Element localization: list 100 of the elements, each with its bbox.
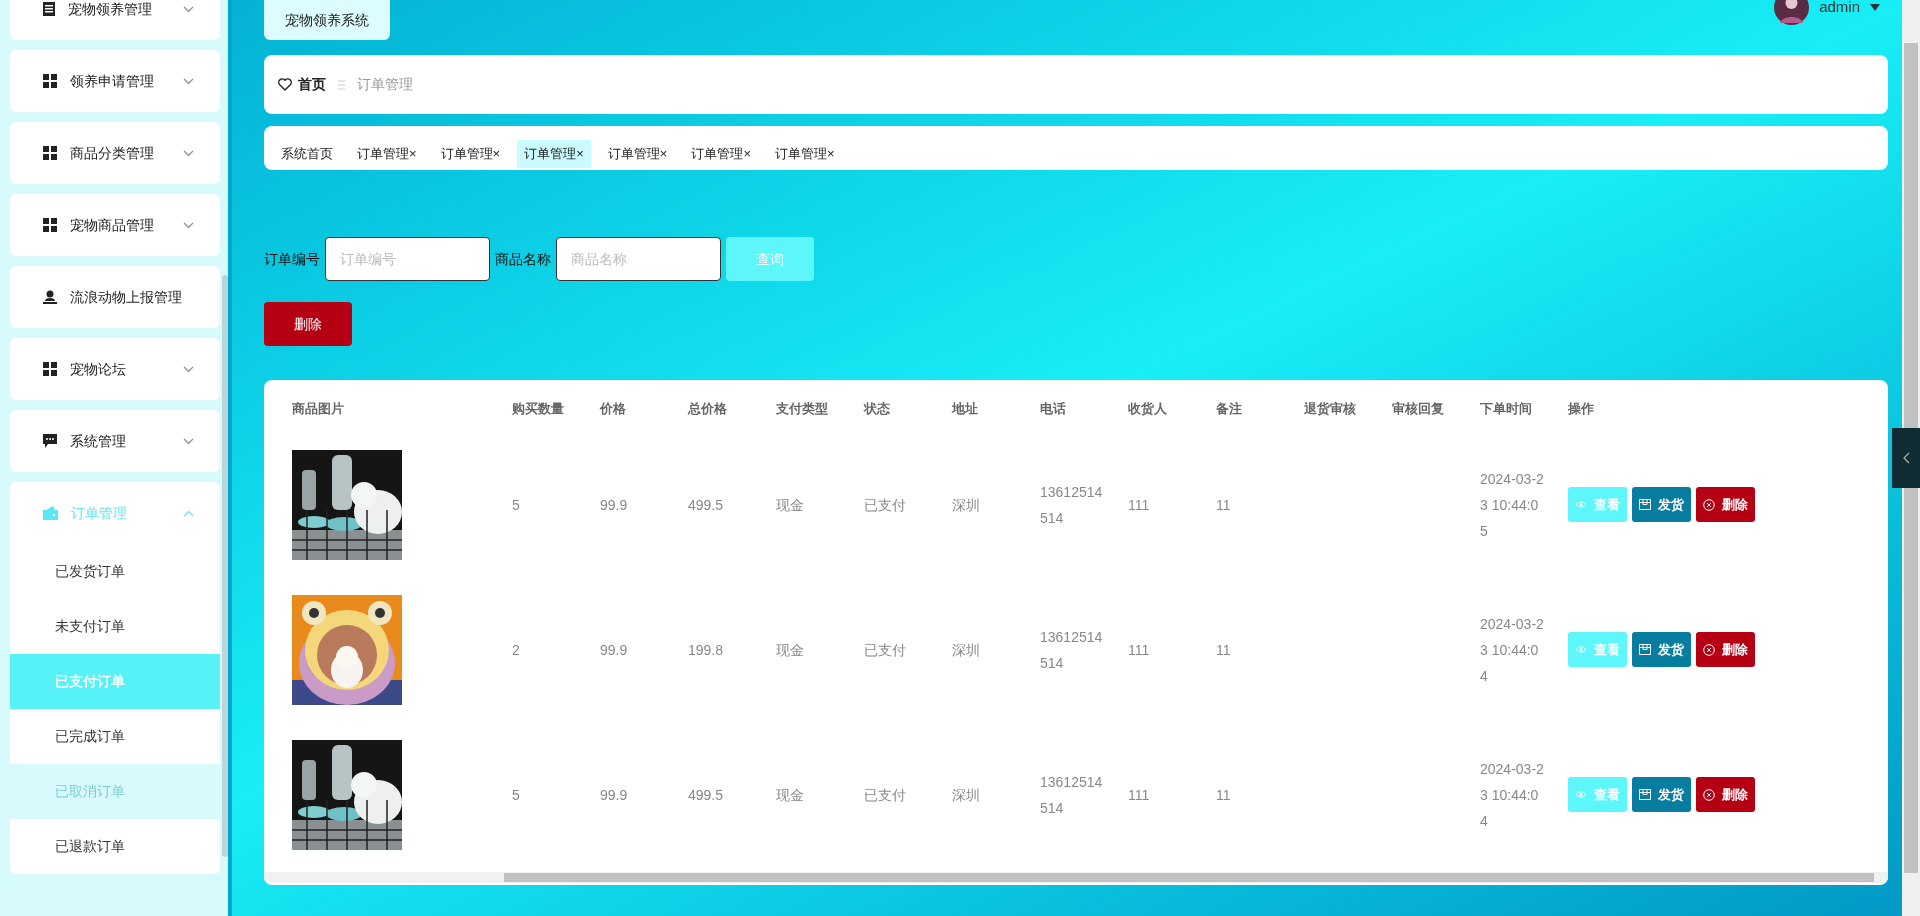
package-icon bbox=[1639, 644, 1651, 655]
grid-icon bbox=[43, 362, 57, 376]
menu-item[interactable]: 系统管理 bbox=[10, 410, 220, 472]
submenu-item[interactable]: 已发货订单 bbox=[10, 544, 220, 599]
close-circle-icon bbox=[1703, 643, 1715, 656]
chevron-down-icon bbox=[183, 221, 194, 229]
chat-icon bbox=[43, 434, 57, 448]
package-icon bbox=[1639, 499, 1651, 510]
table-cell: 11 bbox=[1216, 641, 1231, 658]
table-cell: 111 bbox=[1128, 786, 1150, 803]
tab[interactable]: 订单管理× bbox=[600, 140, 675, 168]
table-cell: 已支付 bbox=[864, 641, 906, 658]
breadcrumb-link[interactable]: 首页 bbox=[298, 74, 326, 95]
submenu-item[interactable]: 已退款订单 bbox=[10, 819, 220, 874]
tab[interactable]: 订单管理× bbox=[767, 140, 842, 168]
table-cell: 13612514514 bbox=[1040, 483, 1103, 526]
table-cell: 499.5 bbox=[688, 786, 724, 803]
eye-icon bbox=[1575, 500, 1587, 509]
menu-item[interactable]: 宠物商品管理 bbox=[10, 194, 220, 256]
close-circle-icon bbox=[1703, 788, 1715, 801]
table-cell: 499.5 bbox=[688, 496, 724, 513]
avatar[interactable] bbox=[1774, 0, 1810, 25]
column-header: 总价格 bbox=[688, 400, 727, 416]
menu-item[interactable]: 商品分类管理 bbox=[10, 122, 220, 184]
menu-item[interactable]: 宠物领养管理 bbox=[10, 0, 220, 40]
close-circle-icon bbox=[1703, 498, 1715, 511]
search-field[interactable]: 商品名称 bbox=[556, 237, 721, 281]
chevron-left-icon bbox=[1902, 452, 1910, 464]
eye-icon bbox=[1575, 645, 1587, 654]
wallet-icon bbox=[43, 506, 58, 520]
collapse-tab[interactable] bbox=[1892, 428, 1920, 488]
column-header: 操作 bbox=[1568, 400, 1594, 416]
column-header: 备注 bbox=[1216, 400, 1242, 416]
table-cell: 现金 bbox=[776, 496, 804, 513]
column-header: 退货审核 bbox=[1304, 400, 1356, 416]
submenu-item[interactable]: 已完成订单 bbox=[10, 709, 220, 764]
menu-item[interactable]: 领养申请管理 bbox=[10, 50, 220, 112]
menu-item[interactable]: 流浪动物上报管理 bbox=[10, 266, 220, 328]
chevron-down-icon bbox=[183, 77, 194, 85]
delete-button[interactable]: 删除 bbox=[1696, 487, 1755, 522]
ship-button[interactable]: 发货 bbox=[1632, 487, 1691, 522]
ship-button[interactable]: 发货 bbox=[1632, 632, 1691, 667]
table-cell: 2024-03-23 10:44:04 bbox=[1480, 760, 1544, 829]
field-label: 订单编号 bbox=[264, 249, 320, 269]
separator-icon bbox=[338, 79, 345, 90]
column-header: 价格 bbox=[600, 400, 626, 416]
table-cell: 深圳 bbox=[952, 786, 980, 803]
column-header: 电话 bbox=[1040, 400, 1066, 416]
field-label: 商品名称 bbox=[495, 249, 551, 269]
ship-button[interactable]: 发货 bbox=[1632, 777, 1691, 812]
grid-icon bbox=[43, 146, 57, 160]
table-cell: 已支付 bbox=[864, 786, 906, 803]
grid-icon bbox=[43, 74, 57, 88]
delete-button[interactable]: 删除 bbox=[264, 302, 352, 346]
table-cell: 深圳 bbox=[952, 641, 980, 658]
chevron-down-icon bbox=[183, 5, 194, 13]
table-cell: 11 bbox=[1216, 786, 1231, 803]
horizontal-scrollbar[interactable] bbox=[264, 872, 1888, 883]
delete-button[interactable]: 删除 bbox=[1696, 777, 1755, 812]
table-cell: 99.9 bbox=[600, 496, 628, 513]
table-cell: 现金 bbox=[776, 786, 804, 803]
tab[interactable]: 订单管理× bbox=[517, 140, 591, 168]
table-cell: 99.9 bbox=[600, 786, 628, 803]
table-cell: 5 bbox=[512, 496, 520, 513]
package-icon bbox=[1639, 789, 1651, 800]
chevron-down-icon bbox=[183, 365, 194, 373]
scrollbar-thumb[interactable] bbox=[222, 275, 228, 857]
tab[interactable]: 订单管理× bbox=[350, 140, 424, 168]
delete-button[interactable]: 删除 bbox=[1696, 632, 1755, 667]
menu-item[interactable]: 宠物论坛 bbox=[10, 338, 220, 400]
breadcrumb-current: 订单管理 bbox=[357, 75, 413, 94]
username[interactable]: admin bbox=[1819, 0, 1860, 19]
table-cell: 2024-03-23 10:44:05 bbox=[1480, 470, 1544, 539]
table-cell: 深圳 bbox=[952, 496, 980, 513]
table-cell: 已支付 bbox=[864, 496, 906, 513]
caret-icon bbox=[1870, 4, 1880, 11]
submenu-item[interactable]: 未支付订单 bbox=[10, 599, 220, 654]
column-header: 地址 bbox=[952, 400, 978, 416]
table-cell: 99.9 bbox=[600, 641, 628, 658]
eye-icon bbox=[1575, 790, 1587, 799]
search-field[interactable]: 订单编号 bbox=[325, 237, 490, 281]
table-cell: 111 bbox=[1128, 641, 1150, 658]
table-cell: 13612514514 bbox=[1040, 773, 1103, 816]
document-icon bbox=[43, 2, 55, 16]
column-header: 审核回复 bbox=[1392, 400, 1444, 416]
person-icon bbox=[43, 290, 57, 304]
table-cell: 2 bbox=[512, 641, 520, 658]
heart-icon bbox=[278, 78, 292, 91]
table-cell: 5 bbox=[512, 786, 520, 803]
tab[interactable]: 订单管理× bbox=[433, 140, 508, 168]
page-scrollbar[interactable] bbox=[1902, 0, 1920, 916]
tab[interactable]: 订单管理× bbox=[684, 140, 758, 168]
column-header: 收货人 bbox=[1128, 400, 1167, 416]
column-header: 商品图片 bbox=[292, 400, 344, 416]
column-header: 状态 bbox=[864, 400, 890, 416]
system-title: 宠物领养系统 bbox=[264, 0, 390, 40]
tab[interactable]: 系统首页 bbox=[274, 140, 340, 168]
column-header: 支付类型 bbox=[776, 400, 828, 416]
table-cell: 2024-03-23 10:44:04 bbox=[1480, 615, 1544, 684]
chevron-up-icon bbox=[183, 509, 194, 517]
